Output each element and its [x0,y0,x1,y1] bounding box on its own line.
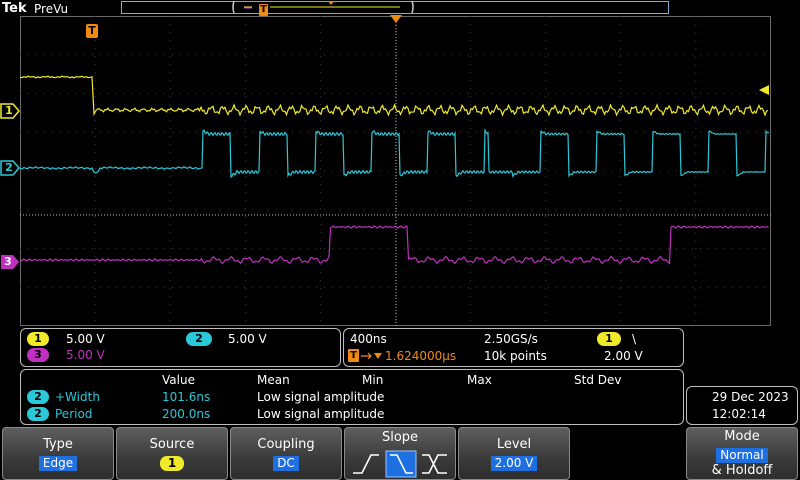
menu-mode-label: Mode [724,429,760,444]
meas2-name[interactable]: Period [55,407,92,421]
ch3-scale: 5.00 V [66,348,105,362]
graticule[interactable] [20,16,771,326]
ch1-scale: 5.00 V [66,332,105,346]
col-std-dev: Std Dev [574,373,622,387]
meas1-name[interactable]: +Width [55,390,100,404]
ch2-scale: 5.00 V [228,332,267,346]
meas2-channel-badge[interactable]: 2 [27,407,49,421]
tek-logo: Tek [2,1,27,16]
acquisition-mode-label: PreVu [34,2,69,16]
menu-coupling-value: DC [273,456,299,471]
menu-source-label: Source [149,437,195,452]
col-min: Min [362,373,384,387]
menu-coupling-button[interactable]: Coupling DC [230,427,342,480]
menu-slope-button[interactable]: Slope [344,427,456,480]
trigger-level-value: 2.00 V [604,349,643,363]
col-max: Max [467,373,492,387]
menu-mode-value: Normal [716,448,768,463]
record-length: 10k points [484,349,547,363]
meas1-mean: Low signal amplitude [257,390,385,404]
trigger-slope-icon: \ [632,332,637,346]
menu-level-value: 2.00 V [490,456,538,471]
ch2-badge[interactable]: 2 [186,332,212,346]
menu-source-value: 1 [159,456,185,471]
menu-mode-holdoff: & Holdoff [711,463,773,478]
trigger-position-marker[interactable]: T [86,24,98,38]
horizontal-scale: 400ns [350,332,387,346]
meas2-value: 200.0ns [162,407,211,421]
meas1-value: 101.6ns [162,390,211,404]
ch3-badge[interactable]: 3 [27,348,49,362]
trigger-source-badge: 1 [597,332,621,346]
trigger-delay-badge: T [348,349,359,362]
ch1-ground-marker[interactable]: 1 [1,104,17,118]
menu-mode-button[interactable]: Mode Normal & Holdoff [686,427,798,480]
date: 29 Dec 2023 [712,390,789,404]
trigger-position-arrow-icon[interactable] [390,14,402,24]
trigger-delay-arrow-icon [361,352,382,360]
meas2-mean: Low signal amplitude [257,407,385,421]
col-value: Value [162,373,195,387]
record-trigger-marker: T [259,4,268,16]
trigger-position-value: 1.624000µs [385,349,457,363]
slope-options [353,450,447,478]
menu-level-button[interactable]: Level 2.00 V [458,427,570,480]
menu-source-button[interactable]: Source 1 [116,427,228,480]
col-mean: Mean [257,373,290,387]
time: 12:02:14 [712,407,766,421]
slope-rising-icon [353,454,379,474]
menu-type-button[interactable]: Type Edge [2,427,114,480]
menu-level-label: Level [496,437,532,452]
trigger-level-arrow-icon[interactable] [759,84,771,96]
ch3-ground-marker[interactable]: 3 [0,255,16,269]
ch2-ground-marker[interactable]: 2 [1,161,17,175]
menu-slope-label: Slope [381,430,419,445]
slope-falling-icon [385,450,417,478]
menu-coupling-label: Coupling [257,437,315,452]
menu-type-value: Edge [38,456,78,471]
slope-either-icon [422,454,447,474]
menu-type-label: Type [43,437,73,452]
ch1-badge[interactable]: 1 [27,332,49,346]
sample-rate: 2.50GS/s [484,332,538,346]
meas1-channel-badge[interactable]: 2 [27,390,49,404]
